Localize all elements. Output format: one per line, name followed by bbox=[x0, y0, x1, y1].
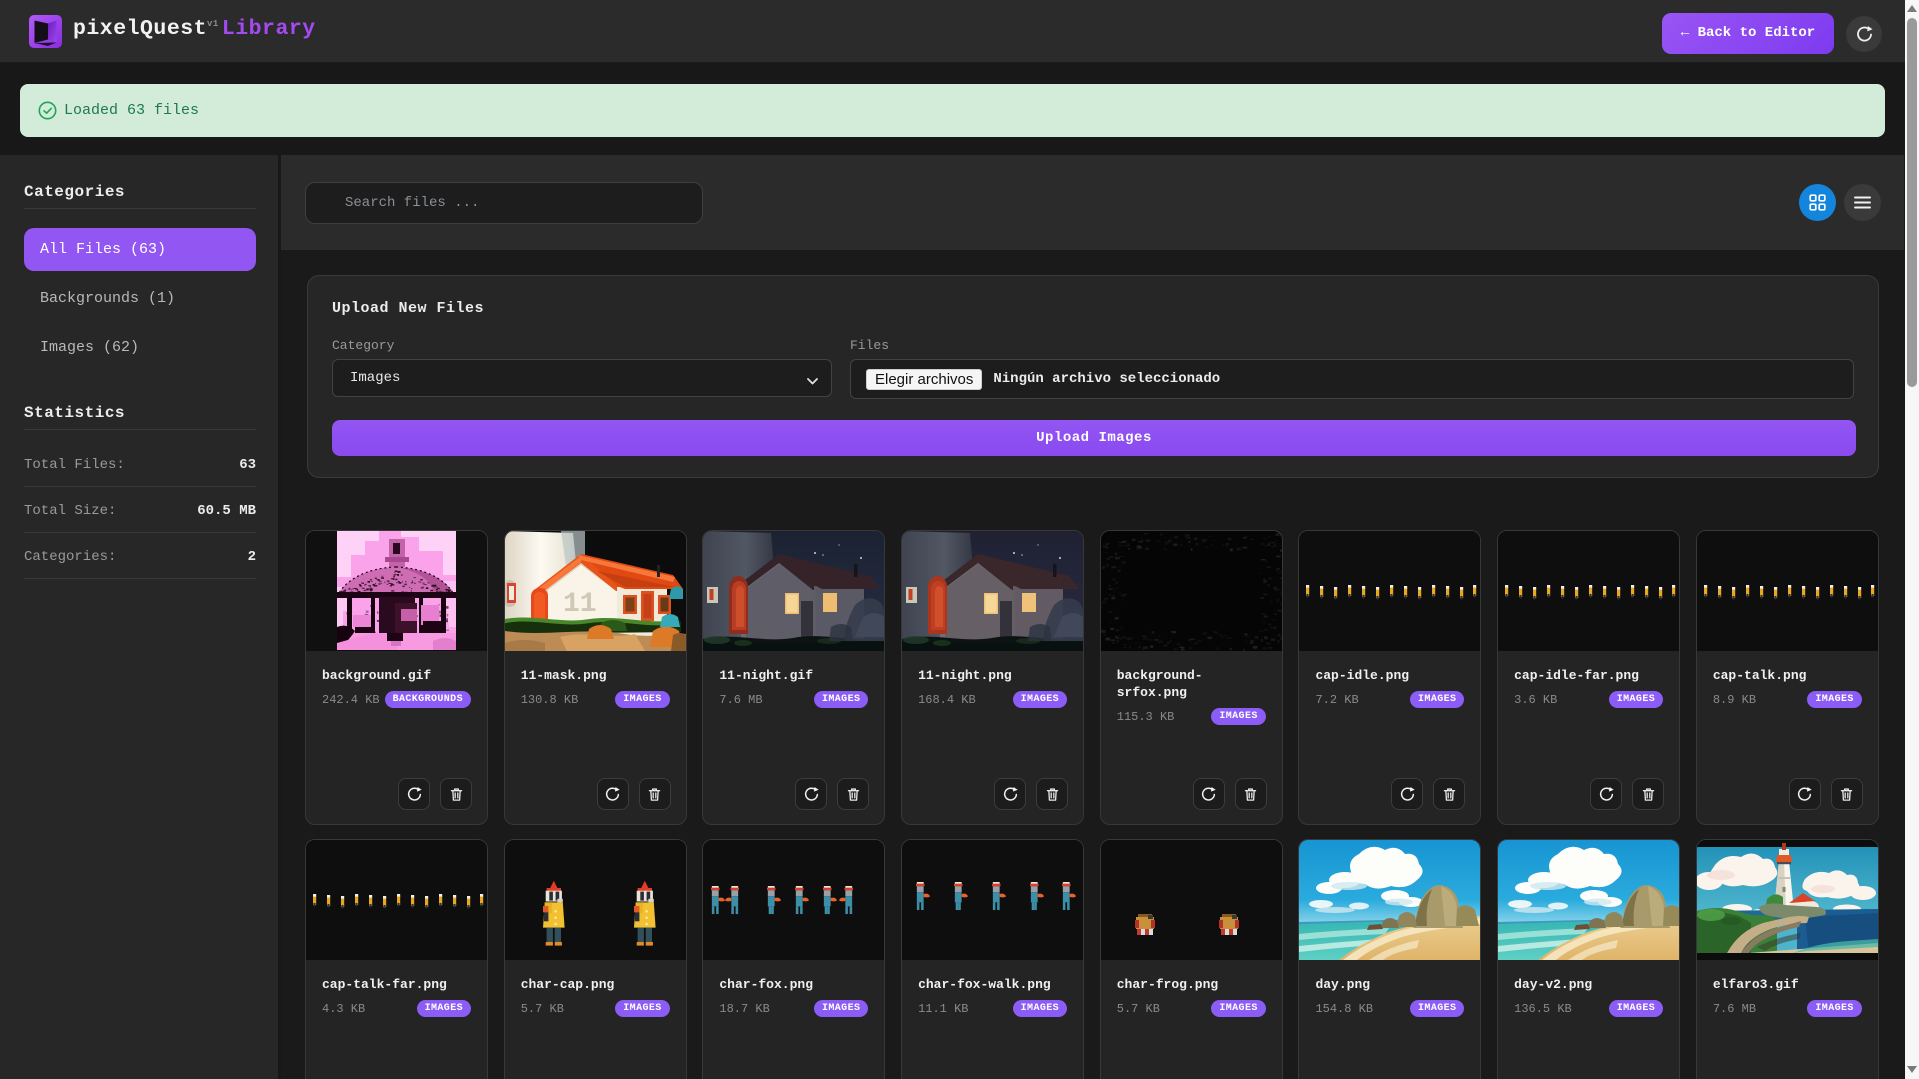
svg-text:11: 11 bbox=[563, 589, 597, 620]
